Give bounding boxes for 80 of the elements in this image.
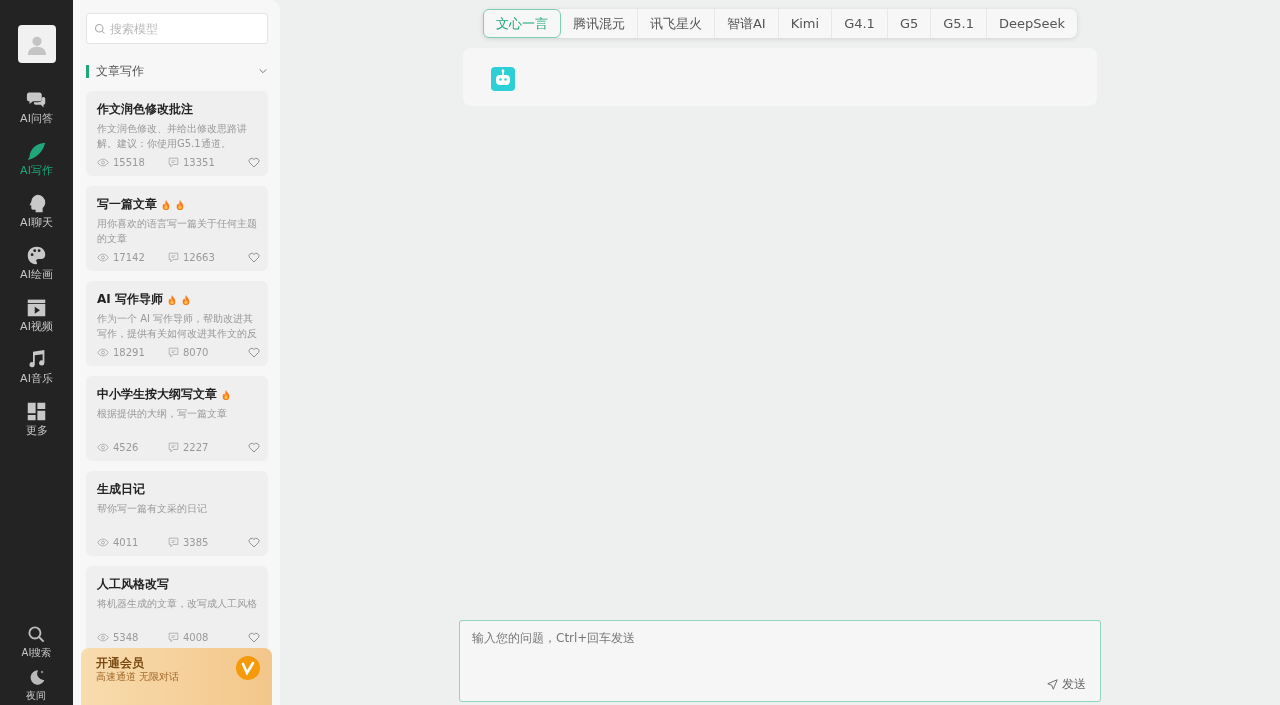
comment-icon (168, 252, 179, 263)
nav-item[interactable]: 更多 (20, 401, 53, 438)
comment-icon (168, 442, 179, 453)
nav-item[interactable]: AI音乐 (20, 349, 53, 386)
membership-banner[interactable]: 开通会员 高速通道 无限对话 (81, 648, 272, 705)
comment-icon (168, 632, 179, 643)
heart-icon[interactable] (248, 632, 260, 643)
view-count: 4526 (113, 442, 139, 453)
view-count: 15518 (113, 157, 145, 168)
avatar-icon[interactable] (17, 25, 56, 63)
model-tab[interactable]: G5.1 (931, 9, 987, 38)
comment-count: 12663 (183, 252, 215, 263)
prompt-card[interactable]: 人工风格改写 将机器生成的文章，改写成人工风格 5348 4008 (86, 566, 268, 651)
send-icon (1047, 679, 1058, 690)
heart-icon[interactable] (248, 157, 260, 168)
eye-icon (97, 158, 109, 167)
view-count: 18291 (113, 347, 145, 358)
view-count: 17142 (113, 252, 145, 263)
heart-icon[interactable] (248, 252, 260, 263)
card-description: 作文润色修改、并给出修改思路讲解。建议：你使用G5.1通道。 (97, 122, 248, 151)
eye-icon (97, 253, 109, 262)
comment-count: 4008 (183, 632, 209, 643)
eye-icon (97, 633, 109, 642)
model-tab[interactable]: 讯飞星火 (637, 9, 715, 38)
card-title: 作文润色修改批注 (97, 101, 193, 118)
nav-item[interactable]: AI问答 (20, 89, 53, 126)
view-count: 4011 (113, 537, 139, 548)
question-input[interactable]: 输入您的问题，Ctrl+回车发送 发送 (459, 620, 1101, 702)
nav-item[interactable]: AI聊天 (20, 193, 53, 230)
nav-item[interactable]: AI搜索 (21, 625, 52, 660)
send-button[interactable]: 发送 (1047, 676, 1086, 693)
heart-icon[interactable] (248, 442, 260, 453)
card-title: 写一篇文章 (97, 196, 157, 213)
video-icon (26, 297, 47, 318)
section-title[interactable]: 文章写作 (96, 62, 258, 80)
flame-icon (166, 293, 177, 306)
dashboard-icon (26, 401, 47, 422)
card-description: 将机器生成的文章，改写成人工风格 (97, 597, 258, 611)
vip-icon (236, 656, 260, 680)
chevron-icon[interactable] (258, 66, 268, 76)
search-icon (94, 23, 106, 35)
model-tab[interactable]: 腾讯混元 (560, 9, 638, 38)
robot-icon (491, 67, 515, 91)
eye-icon (97, 538, 109, 547)
promo-subtitle: 高速通道 无限对话 (96, 671, 180, 683)
palette-icon (26, 245, 47, 266)
comment-icon (168, 537, 179, 548)
model-tab[interactable]: 智谱AI (714, 9, 779, 38)
flame-icon (180, 293, 191, 306)
eye-icon (97, 348, 109, 357)
heart-icon[interactable] (248, 347, 260, 358)
comment-count: 13351 (183, 157, 215, 168)
comment-icon (168, 157, 179, 168)
comment-count: 3385 (183, 537, 209, 548)
card-title: AI 写作导师 (97, 291, 163, 308)
promo-title: 开通会员 (96, 656, 145, 671)
nav-item[interactable]: AI写作 (20, 141, 53, 178)
feather-icon (26, 141, 47, 162)
nav-item[interactable]: 夜间 (21, 668, 52, 703)
flame-icon (161, 198, 171, 211)
view-count: 5348 (113, 632, 139, 643)
prompt-card[interactable]: 作文润色修改批注 作文润色修改、并给出修改思路讲解。建议：你使用G5.1通道。 15518 13351 (86, 91, 268, 176)
model-tab[interactable]: G4.1 (832, 9, 888, 38)
comment-count: 2227 (183, 442, 209, 453)
model-tab[interactable]: Kimi (778, 9, 833, 38)
search-icon (27, 625, 46, 644)
flame-icon (221, 388, 231, 401)
model-tab[interactable]: G5 (887, 9, 932, 38)
eye-icon (97, 443, 109, 452)
comment-count: 8070 (183, 347, 209, 358)
card-title: 中小学生按大纲写文章 (97, 386, 217, 403)
model-tab[interactable]: DeepSeek (987, 9, 1078, 38)
nav-item[interactable]: AI绘画 (20, 245, 53, 282)
search-field[interactable]: 搜索模型 (86, 13, 268, 44)
heart-icon[interactable] (248, 537, 260, 548)
nav-item[interactable]: AI视频 (20, 297, 53, 334)
comment-icon (168, 347, 179, 358)
card-title: 人工风格改写 (97, 576, 169, 593)
flame-icon (175, 198, 185, 211)
card-title: 生成日记 (97, 481, 145, 498)
